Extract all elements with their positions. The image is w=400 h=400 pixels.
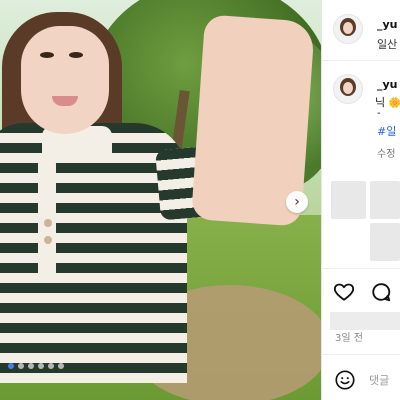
emoji-picker-icon[interactable] xyxy=(334,369,356,391)
carousel-dot xyxy=(48,363,54,369)
carousel-next-button[interactable]: › xyxy=(286,191,308,213)
carousel-dots xyxy=(8,363,64,369)
header-location[interactable]: 일산 xyxy=(377,36,397,52)
eye xyxy=(40,52,54,58)
chevron-right-icon: › xyxy=(294,194,300,210)
blurred-comment-block xyxy=(331,181,366,219)
blurred-comment-block xyxy=(370,181,400,219)
header-username[interactable]: _yu xyxy=(377,18,398,31)
caption-username[interactable]: _yu xyxy=(377,78,398,91)
post-time[interactable]: 3일 전 xyxy=(335,329,363,344)
carousel-dot xyxy=(28,363,34,369)
edited-label: 수정 xyxy=(377,149,396,160)
blurred-comment-block xyxy=(370,223,400,261)
eye xyxy=(69,52,83,58)
shirt-button xyxy=(44,219,52,227)
actions-divider xyxy=(321,268,400,269)
post-image: › xyxy=(0,0,321,400)
comment-input[interactable]: 댓글 xyxy=(369,372,400,388)
caption-hashtag[interactable]: #일 xyxy=(377,123,396,139)
caption-emoji: 🌼 xyxy=(388,98,400,109)
comment-divider xyxy=(321,354,400,355)
likes-count-redacted xyxy=(330,312,400,330)
avatar[interactable] xyxy=(333,14,363,44)
caption-avatar[interactable] xyxy=(333,74,363,104)
shirt-button xyxy=(44,236,52,244)
carousel-dot-active xyxy=(8,363,14,369)
carousel-dot xyxy=(38,363,44,369)
carousel-dot xyxy=(58,363,64,369)
person-face xyxy=(21,26,109,134)
caption-dash: - xyxy=(377,108,381,119)
heart-icon[interactable] xyxy=(333,281,355,303)
header-divider xyxy=(321,60,400,61)
carousel-dot xyxy=(18,363,24,369)
comment-icon[interactable] xyxy=(370,281,392,303)
